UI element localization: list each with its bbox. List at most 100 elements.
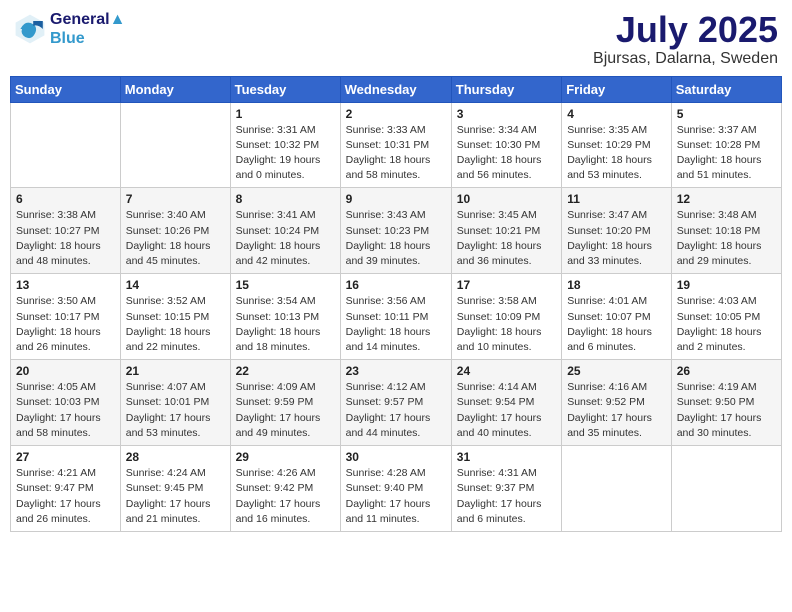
calendar-cell: 17Sunrise: 3:58 AM Sunset: 10:09 PM Dayl… — [451, 274, 561, 360]
calendar-cell: 1 Sunrise: 3:31 AM Sunset: 10:32 PM Dayli… — [230, 102, 340, 188]
day-content: Sunrise: 3:35 AM Sunset: 10:29 PM Daylig… — [567, 123, 666, 184]
calendar-cell: 19 Sunrise: 4:03 AM Sunset: 10:05 PM Dayl… — [671, 274, 781, 360]
day-content: Sunrise: 4:28 AM Sunset: 9:40 PM Dayligh… — [346, 466, 446, 527]
weekday-header-tuesday: Tuesday — [230, 76, 340, 102]
page-header: General▲ Blue July 2025 Bjursas, Dalarna… — [10, 10, 782, 68]
day-number: 5 — [677, 107, 776, 121]
calendar-week-row: 1 Sunrise: 3:31 AM Sunset: 10:32 PM Dayli… — [11, 102, 782, 188]
calendar-cell: 22 Sunrise: 4:09 AM Sunset: 9:59 PM Dayli… — [230, 360, 340, 446]
calendar-cell: 16Sunrise: 3:56 AM Sunset: 10:11 PM Dayl… — [340, 274, 451, 360]
calendar-cell: 27 Sunrise: 4:21 AM Sunset: 9:47 PM Dayli… — [11, 446, 121, 532]
calendar-cell: 10 Sunrise: 3:45 AM Sunset: 10:21 PM Dayl… — [451, 188, 561, 274]
day-number: 26 — [677, 364, 776, 378]
calendar-cell: 31 Sunrise: 4:31 AM Sunset: 9:37 PM Dayli… — [451, 446, 561, 532]
day-content: Sunrise: 4:12 AM Sunset: 9:57 PM Dayligh… — [346, 380, 446, 441]
calendar-cell: 4 Sunrise: 3:35 AM Sunset: 10:29 PM Dayli… — [562, 102, 672, 188]
day-number: 19 — [677, 278, 776, 292]
day-content: Sunrise: 4:05 AM Sunset: 10:03 PM Daylig… — [16, 380, 115, 441]
day-number: 7 — [126, 192, 225, 206]
calendar-cell: 6 Sunrise: 3:38 AM Sunset: 10:27 PM Dayli… — [11, 188, 121, 274]
day-content: Sunrise: 3:50 AM Sunset: 10:17 PM Daylig… — [16, 294, 115, 355]
calendar-cell: 30 Sunrise: 4:28 AM Sunset: 9:40 PM Dayli… — [340, 446, 451, 532]
weekday-header-row: SundayMondayTuesdayWednesdayThursdayFrid… — [11, 76, 782, 102]
day-number: 23 — [346, 364, 446, 378]
calendar-cell: 18 Sunrise: 4:01 AM Sunset: 10:07 PM Dayl… — [562, 274, 672, 360]
weekday-header-friday: Friday — [562, 76, 672, 102]
day-number: 29 — [236, 450, 335, 464]
day-content: Sunrise: 3:40 AM Sunset: 10:26 PM Daylig… — [126, 208, 225, 269]
calendar-cell: 29Sunrise: 4:26 AM Sunset: 9:42 PM Dayli… — [230, 446, 340, 532]
calendar-cell: 3Sunrise: 3:34 AM Sunset: 10:30 PM Dayli… — [451, 102, 561, 188]
weekday-header-wednesday: Wednesday — [340, 76, 451, 102]
calendar-cell: 20 Sunrise: 4:05 AM Sunset: 10:03 PM Dayl… — [11, 360, 121, 446]
day-content: Sunrise: 4:21 AM Sunset: 9:47 PM Dayligh… — [16, 466, 115, 527]
calendar-cell: 28 Sunrise: 4:24 AM Sunset: 9:45 PM Dayli… — [120, 446, 230, 532]
weekday-header-thursday: Thursday — [451, 76, 561, 102]
calendar-cell: 25Sunrise: 4:16 AM Sunset: 9:52 PM Dayli… — [562, 360, 672, 446]
location: Bjursas, Dalarna, Sweden — [593, 50, 778, 68]
title-block: July 2025 Bjursas, Dalarna, Sweden — [593, 10, 778, 68]
calendar-cell: 7 Sunrise: 3:40 AM Sunset: 10:26 PM Dayli… — [120, 188, 230, 274]
calendar-cell: 26 Sunrise: 4:19 AM Sunset: 9:50 PM Dayli… — [671, 360, 781, 446]
day-number: 8 — [236, 192, 335, 206]
day-number: 2 — [346, 107, 446, 121]
day-content: Sunrise: 4:01 AM Sunset: 10:07 PM Daylig… — [567, 294, 666, 355]
day-number: 1 — [236, 107, 335, 121]
calendar-cell: 2Sunrise: 3:33 AM Sunset: 10:31 PM Dayli… — [340, 102, 451, 188]
day-content: Sunrise: 4:14 AM Sunset: 9:54 PM Dayligh… — [457, 380, 556, 441]
day-number: 28 — [126, 450, 225, 464]
day-content: Sunrise: 4:19 AM Sunset: 9:50 PM Dayligh… — [677, 380, 776, 441]
calendar-cell: 11Sunrise: 3:47 AM Sunset: 10:20 PM Dayl… — [562, 188, 672, 274]
day-number: 20 — [16, 364, 115, 378]
day-number: 3 — [457, 107, 556, 121]
day-content: Sunrise: 3:58 AM Sunset: 10:09 PM Daylig… — [457, 294, 556, 355]
day-content: Sunrise: 4:24 AM Sunset: 9:45 PM Dayligh… — [126, 466, 225, 527]
day-content: Sunrise: 3:48 AM Sunset: 10:18 PM Daylig… — [677, 208, 776, 269]
calendar-cell: 24Sunrise: 4:14 AM Sunset: 9:54 PM Dayli… — [451, 360, 561, 446]
day-content: Sunrise: 3:45 AM Sunset: 10:21 PM Daylig… — [457, 208, 556, 269]
calendar-cell — [11, 102, 121, 188]
day-number: 4 — [567, 107, 666, 121]
day-number: 27 — [16, 450, 115, 464]
weekday-header-saturday: Saturday — [671, 76, 781, 102]
calendar-week-row: 6 Sunrise: 3:38 AM Sunset: 10:27 PM Dayli… — [11, 188, 782, 274]
day-content: Sunrise: 3:37 AM Sunset: 10:28 PM Daylig… — [677, 123, 776, 184]
day-content: Sunrise: 3:38 AM Sunset: 10:27 PM Daylig… — [16, 208, 115, 269]
day-number: 22 — [236, 364, 335, 378]
day-number: 16 — [346, 278, 446, 292]
day-content: Sunrise: 4:03 AM Sunset: 10:05 PM Daylig… — [677, 294, 776, 355]
day-content: Sunrise: 3:52 AM Sunset: 10:15 PM Daylig… — [126, 294, 225, 355]
day-number: 11 — [567, 192, 666, 206]
day-content: Sunrise: 3:43 AM Sunset: 10:23 PM Daylig… — [346, 208, 446, 269]
calendar-week-row: 27 Sunrise: 4:21 AM Sunset: 9:47 PM Dayli… — [11, 446, 782, 532]
month-title: July 2025 — [593, 10, 778, 50]
day-number: 10 — [457, 192, 556, 206]
logo: General▲ Blue — [14, 10, 125, 48]
day-content: Sunrise: 4:16 AM Sunset: 9:52 PM Dayligh… — [567, 380, 666, 441]
day-content: Sunrise: 4:07 AM Sunset: 10:01 PM Daylig… — [126, 380, 225, 441]
calendar-cell: 21Sunrise: 4:07 AM Sunset: 10:01 PM Dayl… — [120, 360, 230, 446]
weekday-header-monday: Monday — [120, 76, 230, 102]
day-number: 15 — [236, 278, 335, 292]
calendar-cell: 23 Sunrise: 4:12 AM Sunset: 9:57 PM Dayli… — [340, 360, 451, 446]
day-content: Sunrise: 3:41 AM Sunset: 10:24 PM Daylig… — [236, 208, 335, 269]
day-number: 9 — [346, 192, 446, 206]
calendar-cell: 15 Sunrise: 3:54 AM Sunset: 10:13 PM Dayl… — [230, 274, 340, 360]
day-number: 12 — [677, 192, 776, 206]
weekday-header-sunday: Sunday — [11, 76, 121, 102]
calendar-week-row: 13 Sunrise: 3:50 AM Sunset: 10:17 PM Dayl… — [11, 274, 782, 360]
calendar-cell: 5 Sunrise: 3:37 AM Sunset: 10:28 PM Dayli… — [671, 102, 781, 188]
day-number: 30 — [346, 450, 446, 464]
day-content: Sunrise: 4:09 AM Sunset: 9:59 PM Dayligh… — [236, 380, 335, 441]
calendar-cell: 13 Sunrise: 3:50 AM Sunset: 10:17 PM Dayl… — [11, 274, 121, 360]
calendar-cell — [562, 446, 672, 532]
day-number: 13 — [16, 278, 115, 292]
day-number: 18 — [567, 278, 666, 292]
day-content: Sunrise: 3:31 AM Sunset: 10:32 PM Daylig… — [236, 123, 335, 184]
logo-text: General▲ Blue — [50, 10, 125, 48]
day-number: 31 — [457, 450, 556, 464]
calendar-cell: 14Sunrise: 3:52 AM Sunset: 10:15 PM Dayl… — [120, 274, 230, 360]
day-number: 6 — [16, 192, 115, 206]
day-content: Sunrise: 3:54 AM Sunset: 10:13 PM Daylig… — [236, 294, 335, 355]
day-content: Sunrise: 4:31 AM Sunset: 9:37 PM Dayligh… — [457, 466, 556, 527]
